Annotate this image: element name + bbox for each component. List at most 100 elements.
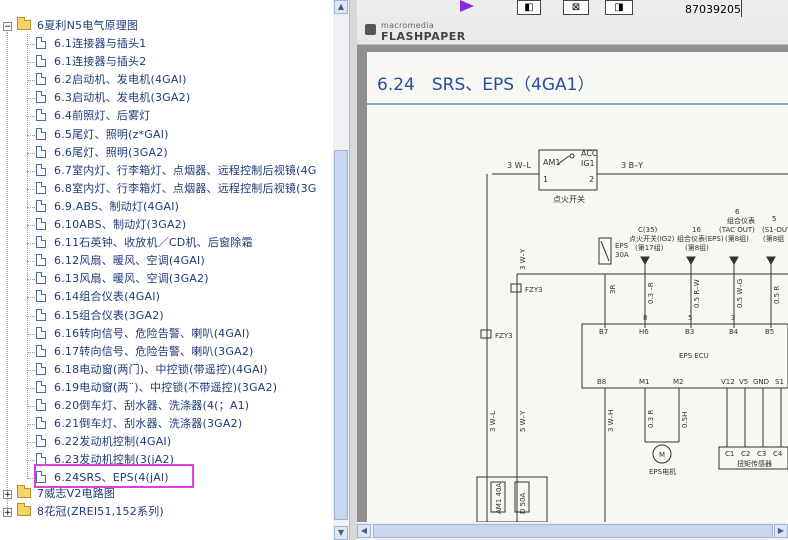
tree-scrollbar[interactable]: ▲ ▼ [333,0,349,540]
next-page-button[interactable]: ◨ [605,0,633,15]
document-icon [36,254,46,267]
tree-item[interactable]: 6.19电动窗(两¨)、中控锁(不带遥控)(3GA2) [36,379,277,397]
tree-line [27,34,28,477]
tree-line [27,387,35,389]
tree-item-label: 6.22发动机控制(4GAI) [54,435,172,449]
tree-line [27,80,35,82]
svg-text:B3: B3 [685,328,694,336]
tree-item-label: 6.1连接器与插头1 [54,37,147,50]
tree-line [7,32,8,516]
tree-item-label: 6.14组合仪表(4GAI) [54,290,161,304]
svg-text:EPS: EPS [615,242,629,250]
tree-line [27,152,35,154]
tree-line [27,424,35,426]
viewer-hscrollbar[interactable]: ◀ ▶ [357,522,788,540]
fit-page-button[interactable]: ⊠ [563,0,589,15]
tree-item[interactable]: 6.2启动机、发电机(4GAI) [36,71,187,89]
scroll-thumb[interactable] [334,150,348,520]
expand-toggle[interactable]: + [3,490,12,500]
document-icon [36,308,46,321]
svg-text:C1: C1 [725,450,734,458]
tree-item-label: 6.11石英钟、收放机／CD机、后窗除霜 [54,236,253,250]
tree-item[interactable]: 6.5尾灯、照明(z*GAI) [36,126,169,144]
tree-line [27,243,35,245]
tree-item-label: 6.7室内灯、行李箱灯、点烟器、远程控制后视镜(4G [54,163,317,177]
svg-text:0.5 W–G: 0.5 W–G [736,279,744,308]
folder-label: 6夏利N5电气原理图 [37,19,139,32]
svg-text:0.5 R: 0.5 R [773,286,781,304]
document-icon [36,37,46,49]
tree-item[interactable]: 6.11石英钟、收放机／CD机、后窗除霜 [36,234,253,252]
tree-line [27,170,35,172]
svg-text:3 W–H: 3 W–H [607,410,615,432]
svg-text:V12: V12 [721,378,735,386]
tree-item[interactable]: 6.10ABS、制动灯(3GA2) [36,216,186,234]
svg-text:(第8组): (第8组) [685,243,709,252]
document-icon [36,362,46,375]
document-icon [36,399,46,411]
tree-item[interactable]: 6.6尾灯、照明(3GA2) [36,144,168,162]
svg-text:1: 1 [543,175,548,184]
svg-text:(第17组): (第17组) [635,243,664,252]
doc-title: 6.24 SRS、EPS（4GA1） [377,75,594,95]
tree-item[interactable]: 6.22发动机控制(4GAI) [36,433,171,451]
tree-item[interactable]: 6.17转向信号、危险告警、喇叭(3GA2) [36,343,254,361]
scroll-down-arrow-icon[interactable]: ▼ [334,526,348,540]
svg-text:C2: C2 [741,450,750,458]
tree-item[interactable]: 6.13风扇、暖风、空调(3GA2) [36,270,209,288]
nav-arrow-icon[interactable] [460,0,474,12]
signal-arrows [640,256,776,328]
document-icon [36,344,46,357]
tree-item[interactable]: 6.1连接器与插头1 [36,35,147,53]
tree-item-label: 6.9.ABS、制动灯(4GAI) [54,199,180,213]
tree-line [27,442,35,444]
document-icon [36,145,46,158]
document-icon [36,380,46,393]
ignition-labels: 3 W–L AM1 ACC IG1 1 2 3 B–Y 点火开关 [507,149,643,204]
tree-line [27,333,35,335]
tree-item[interactable]: 6.21倒车灯、刮水器、洗涤器(3GA2) [36,415,242,433]
tree-item[interactable]: 6.7室内灯、行李箱灯、点烟器、远程控制后视镜(4G [36,162,317,180]
tree-line [27,369,35,371]
svg-text:3: 3 [731,314,735,322]
svg-text:3 W–L: 3 W–L [489,411,497,432]
svg-text:0.3 –R: 0.3 –R [647,282,655,304]
scroll-up-arrow-icon[interactable]: ▲ [334,0,348,14]
tree-line [27,98,35,100]
svg-text:组合仪表(EPS): 组合仪表(EPS) [677,234,724,243]
expand-toggle[interactable]: + [3,508,12,518]
document-icon [36,435,46,448]
page-number: 87039205 [685,3,741,16]
tree-item[interactable]: 6.14组合仪表(4GAI) [36,288,160,306]
scroll-right-arrow-icon[interactable]: ▶ [774,524,788,538]
svg-text:3 B–Y: 3 B–Y [621,161,643,170]
folder-icon [17,503,31,516]
tree-item[interactable]: 6.12风扇、暖风、空调(4GAI) [36,252,205,270]
collapse-toggle[interactable]: − [3,22,12,32]
folder-node-1[interactable]: − 6夏利N5电气原理图 [3,17,138,35]
svg-text:C4: C4 [773,450,783,458]
svg-text:EPS电机: EPS电机 [649,467,676,476]
folder-open-icon [17,17,31,30]
tree-item-label: 6.1连接器与插头2 [54,55,147,69]
tree-item[interactable]: 6.9.ABS、制动灯(4GAI) [36,198,179,216]
tree-item[interactable]: 6.4前照灯、后雾灯 [36,107,151,125]
tree-item[interactable]: 6.1连接器与插头2 [36,53,147,71]
document-icon [36,127,46,140]
flashpaper-header: macromedia FLASHPAPER [357,17,788,45]
scroll-left-arrow-icon[interactable]: ◀ [357,524,371,538]
svg-text:点火开关(IG2): 点火开关(IG2) [629,234,675,243]
svg-text:5 W–Y: 5 W–Y [519,410,527,432]
tree-item[interactable]: 6.15组合仪表(3GA2) [36,307,164,325]
tree-item[interactable]: 6.8室内灯、行李箱灯、点烟器、远程控制后视镜(3G [36,180,317,198]
hscroll-thumb[interactable] [373,524,773,538]
tree-item[interactable]: 6.16转向信号、危险告警、喇叭(4GAI) [36,325,250,343]
connector-labels: C(35) 点火开关(IG2) (第17组) 16 组合仪表(EPS) (第8组… [629,208,788,252]
folder-node-3[interactable]: +8花冠(ZREI51,152系列) [3,503,164,521]
tree-item[interactable]: 6.18电动窗(两门)、中控锁(带遥控)(4GAI) [36,361,268,379]
prev-page-button[interactable]: ◧ [517,0,541,15]
tree-line [27,44,35,45]
tree-item[interactable]: 6.20倒车灯、刮水器、洗涤器(4(；A1) [36,397,249,415]
tree-line [27,460,35,462]
tree-item[interactable]: 6.3启动机、发电机(3GA2) [36,89,190,107]
